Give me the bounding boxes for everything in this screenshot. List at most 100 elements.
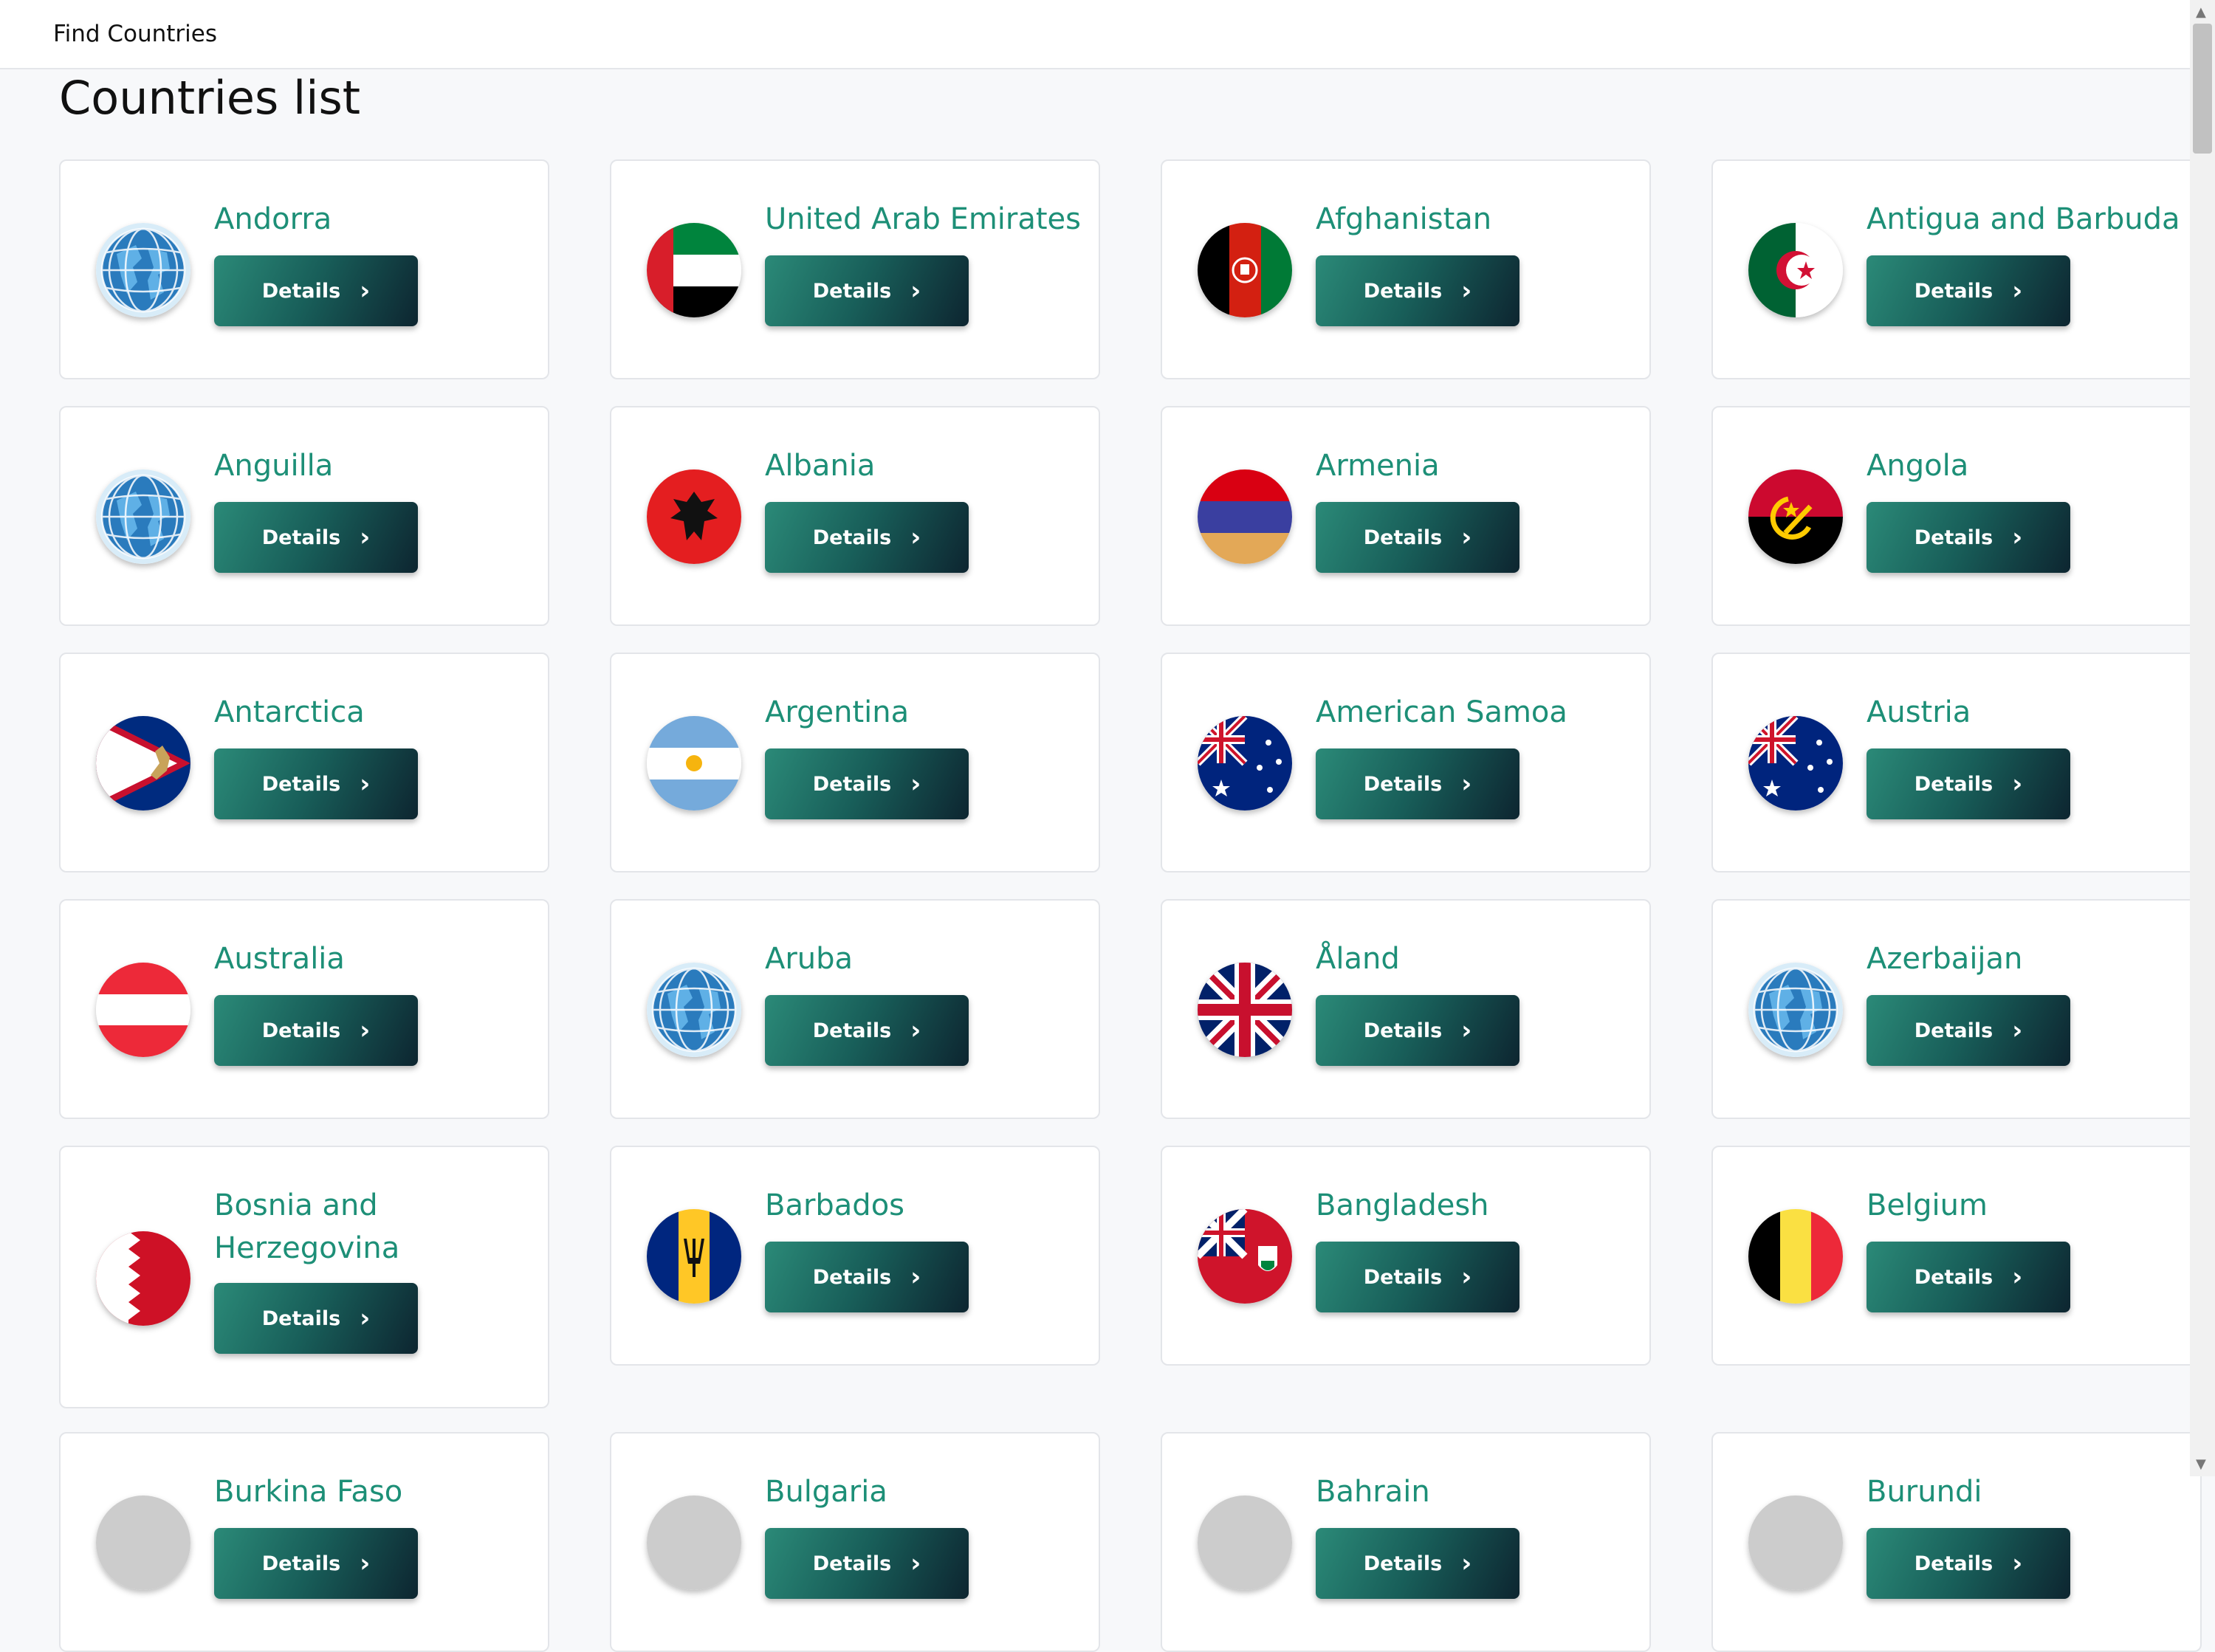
- country-card: Argentina Details ›: [610, 653, 1100, 873]
- details-button[interactable]: Details ›: [1867, 995, 2070, 1066]
- country-card: Anguilla Details ›: [59, 406, 549, 626]
- details-label: Details: [261, 1019, 341, 1042]
- angola-flag-icon: [1748, 469, 1843, 564]
- details-button[interactable]: Details ›: [214, 1283, 418, 1354]
- details-button[interactable]: Details ›: [1316, 255, 1519, 326]
- details-button[interactable]: Details ›: [765, 995, 969, 1066]
- chevron-right-icon: ›: [2012, 1262, 2023, 1292]
- details-button[interactable]: Details ›: [765, 502, 969, 573]
- details-button[interactable]: Details ›: [214, 1528, 418, 1599]
- details-button[interactable]: Details ›: [1316, 748, 1519, 819]
- country-card: Aruba Details ›: [610, 899, 1100, 1119]
- navbar-brand[interactable]: Find Countries: [53, 21, 217, 47]
- chevron-right-icon: ›: [910, 1549, 921, 1578]
- details-label: Details: [1363, 772, 1443, 796]
- country-name: Barbados: [765, 1188, 905, 1222]
- country-name: Austria: [1867, 695, 1971, 729]
- details-button[interactable]: Details ›: [1316, 995, 1519, 1066]
- globe-icon: [96, 223, 190, 317]
- chevron-right-icon: ›: [360, 1549, 371, 1578]
- country-card: Burundi Details ›: [1711, 1432, 2202, 1652]
- afghanistan-flag-icon: [1198, 223, 1292, 317]
- scroll-thumb[interactable]: [2193, 24, 2212, 154]
- chevron-right-icon: ›: [910, 1262, 921, 1292]
- country-card: Bahrain Details ›: [1161, 1432, 1651, 1652]
- details-button[interactable]: Details ›: [765, 1242, 969, 1312]
- details-button[interactable]: Details ›: [1316, 1528, 1519, 1599]
- country-name: Åland: [1316, 942, 1400, 976]
- country-card: Burkina Faso Details ›: [59, 1432, 549, 1652]
- country-card: Azerbaijan Details ›: [1711, 899, 2202, 1119]
- country-card: Bosnia and Herzegovina Details ›: [59, 1146, 549, 1408]
- details-button[interactable]: Details ›: [214, 995, 418, 1066]
- country-card: Australia Details ›: [59, 899, 549, 1119]
- chevron-right-icon: ›: [360, 1304, 371, 1333]
- armenia-flag-icon: [1198, 469, 1292, 564]
- country-name: Aruba: [765, 942, 854, 976]
- vertical-scrollbar[interactable]: ▲ ▼: [2190, 0, 2215, 1476]
- chevron-right-icon: ›: [1461, 1549, 1472, 1578]
- details-label: Details: [1363, 1552, 1443, 1575]
- chevron-right-icon: ›: [2012, 1549, 2023, 1578]
- country-name: Burundi: [1867, 1475, 1982, 1509]
- country-name: Belgium: [1867, 1188, 1988, 1222]
- details-button[interactable]: Details ›: [765, 255, 969, 326]
- chevron-right-icon: ›: [910, 1016, 921, 1045]
- details-button[interactable]: Details ›: [1867, 748, 2070, 819]
- chevron-right-icon: ›: [1461, 523, 1472, 552]
- scroll-up-arrow-icon[interactable]: ▲: [2196, 4, 2206, 20]
- country-card: Åland Details ›: [1161, 899, 1651, 1119]
- navbar: Find Countries: [0, 0, 2190, 69]
- details-label: Details: [261, 772, 341, 796]
- details-button[interactable]: Details ›: [214, 748, 418, 819]
- country-name: Bangladesh: [1316, 1188, 1489, 1222]
- details-label: Details: [812, 1552, 892, 1575]
- country-card: Angola Details ›: [1711, 406, 2202, 626]
- details-label: Details: [261, 526, 341, 549]
- country-name: Armenia: [1316, 449, 1440, 483]
- country-name: Albania: [765, 449, 876, 483]
- details-button[interactable]: Details ›: [1316, 1242, 1519, 1312]
- details-label: Details: [261, 279, 341, 303]
- details-button[interactable]: Details ›: [765, 1528, 969, 1599]
- country-name: United Arab Emirates: [765, 202, 1082, 236]
- details-label: Details: [812, 279, 892, 303]
- details-button[interactable]: Details ›: [1867, 1528, 2070, 1599]
- unknown-flag-icon: [1748, 1496, 1843, 1590]
- country-name: Australia: [214, 942, 345, 976]
- argentina-flag-icon: [647, 716, 741, 810]
- albania-flag-icon: [647, 469, 741, 564]
- details-label: Details: [1363, 1019, 1443, 1042]
- details-button[interactable]: Details ›: [1867, 1242, 2070, 1312]
- country-card: American Samoa Details ›: [1161, 653, 1651, 873]
- country-name: Afghanistan: [1316, 202, 1492, 236]
- unknown-flag-icon: [96, 1496, 190, 1590]
- country-name: Bosnia and Herzegovina: [214, 1188, 400, 1265]
- details-button[interactable]: Details ›: [1316, 502, 1519, 573]
- details-button[interactable]: Details ›: [1867, 502, 2070, 573]
- country-name: Bahrain: [1316, 1475, 1430, 1509]
- chevron-right-icon: ›: [2012, 769, 2023, 799]
- bahrain-flag-icon: [96, 1231, 190, 1326]
- scroll-down-arrow-icon[interactable]: ▼: [2196, 1456, 2206, 1472]
- details-button[interactable]: Details ›: [1867, 255, 2070, 326]
- details-button[interactable]: Details ›: [214, 502, 418, 573]
- details-button[interactable]: Details ›: [214, 255, 418, 326]
- australia-flag-icon: [1748, 716, 1843, 810]
- chevron-right-icon: ›: [360, 1016, 371, 1045]
- country-card: Bulgaria Details ›: [610, 1432, 1100, 1652]
- chevron-right-icon: ›: [1461, 1016, 1472, 1045]
- globe-icon: [1748, 963, 1843, 1057]
- country-name: Angola: [1867, 449, 1969, 483]
- details-button[interactable]: Details ›: [765, 748, 969, 819]
- country-name: Antigua and Barbuda: [1867, 202, 2180, 236]
- chevron-right-icon: ›: [2012, 1016, 2023, 1045]
- country-card: Albania Details ›: [610, 406, 1100, 626]
- bermuda-flag-icon: [1198, 1209, 1292, 1304]
- country-name: Anguilla: [214, 449, 334, 483]
- details-label: Details: [1363, 279, 1443, 303]
- chevron-right-icon: ›: [360, 769, 371, 799]
- american-samoa-flag-icon: [96, 716, 190, 810]
- details-label: Details: [1914, 1552, 1993, 1575]
- country-card: Andorra Details ›: [59, 159, 549, 379]
